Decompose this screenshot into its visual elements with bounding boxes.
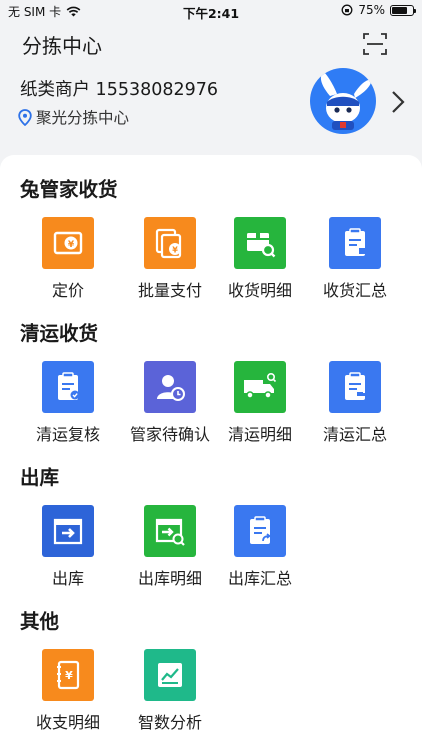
- location-pin-icon: [18, 108, 32, 126]
- location-row: 聚光分拣中心: [18, 106, 129, 128]
- page-title: 分拣中心: [22, 34, 102, 58]
- status-bar: 无 SIM 卡 下午2:41 75%: [0, 0, 422, 22]
- menu-item-label: 智数分析: [137, 713, 202, 732]
- transport-summary-icon: [345, 372, 368, 400]
- outbound-detail-icon: [155, 518, 185, 546]
- section-title-tuguanjia: 兔管家收货: [20, 178, 118, 201]
- menu-item-label: 收货汇总: [322, 281, 387, 300]
- menu-item-pricing[interactable]: ¥ 定价: [18, 217, 118, 301]
- battery-icon: [390, 4, 416, 16]
- location-label: 聚光分拣中心: [36, 109, 130, 127]
- menu-item-label: 批量支付: [137, 281, 202, 300]
- battery-percent: 75%: [358, 3, 385, 17]
- menu-item-receive-summary[interactable]: 收货汇总: [305, 217, 405, 301]
- section-title-qingyun: 清运收货: [20, 322, 99, 345]
- truck-icon: [244, 372, 277, 399]
- menu-item-review[interactable]: 清运复核: [18, 361, 118, 445]
- menu-item-ledger[interactable]: ¥ 收支明细: [18, 649, 118, 733]
- ledger-icon: ¥: [57, 660, 80, 690]
- outbound-icon: [53, 518, 83, 545]
- section-title-other: 其他: [20, 610, 60, 633]
- menu-item-label: 管家待确认: [129, 425, 210, 444]
- menu-item-label: 收货明细: [227, 281, 292, 300]
- review-icon: [58, 372, 80, 400]
- menu-item-label: 清运明细: [227, 425, 292, 444]
- rabbit-mascot-icon: [320, 72, 372, 130]
- avatar[interactable]: [310, 68, 376, 134]
- menu-item-outbound-detail[interactable]: 出库明细: [120, 505, 220, 589]
- function-panel: 兔管家收货 ¥ 定价 ¥ 批量支付 收货明细 收货汇总 清运收货 清运复核 管家…: [0, 155, 422, 750]
- menu-item-analysis[interactable]: 智数分析: [120, 649, 220, 733]
- menu-item-receive-detail[interactable]: 收货明细: [210, 217, 310, 301]
- svg-text:¥: ¥: [172, 246, 178, 255]
- batch-pay-icon: ¥: [155, 228, 182, 259]
- menu-item-outbound-summary[interactable]: 出库汇总: [210, 505, 310, 589]
- outbound-summary-icon: [250, 516, 271, 544]
- menu-item-label: 定价: [51, 281, 84, 300]
- price-tag-icon: ¥: [53, 231, 83, 255]
- receive-detail-icon: [247, 233, 276, 258]
- menu-item-transport-detail[interactable]: 清运明细: [210, 361, 310, 445]
- user-pending-icon: [157, 375, 185, 401]
- menu-item-outbound[interactable]: 出库: [18, 505, 118, 589]
- menu-item-pending[interactable]: 管家待确认: [120, 361, 220, 445]
- menu-item-label: 清运汇总: [322, 425, 387, 444]
- menu-item-label: 收支明细: [35, 713, 100, 732]
- section-title-outbound: 出库: [20, 466, 60, 489]
- svg-text:¥: ¥: [68, 240, 75, 250]
- svg-text:¥: ¥: [65, 669, 73, 682]
- menu-item-label: 出库汇总: [227, 569, 292, 588]
- rotation-lock-icon: [341, 4, 353, 16]
- menu-item-label: 出库: [51, 569, 84, 588]
- chevron-right-icon[interactable]: [390, 90, 406, 114]
- menu-item-transport-summary[interactable]: 清运汇总: [305, 361, 405, 445]
- scan-icon[interactable]: [362, 31, 388, 57]
- menu-item-label: 清运复核: [35, 425, 100, 444]
- receive-summary-icon: [345, 228, 365, 256]
- menu-item-label: 出库明细: [137, 569, 202, 588]
- menu-item-batch-pay[interactable]: ¥ 批量支付: [120, 217, 220, 301]
- merchant-info: 纸类商户 15538082976: [20, 80, 219, 100]
- analysis-icon: [158, 663, 182, 687]
